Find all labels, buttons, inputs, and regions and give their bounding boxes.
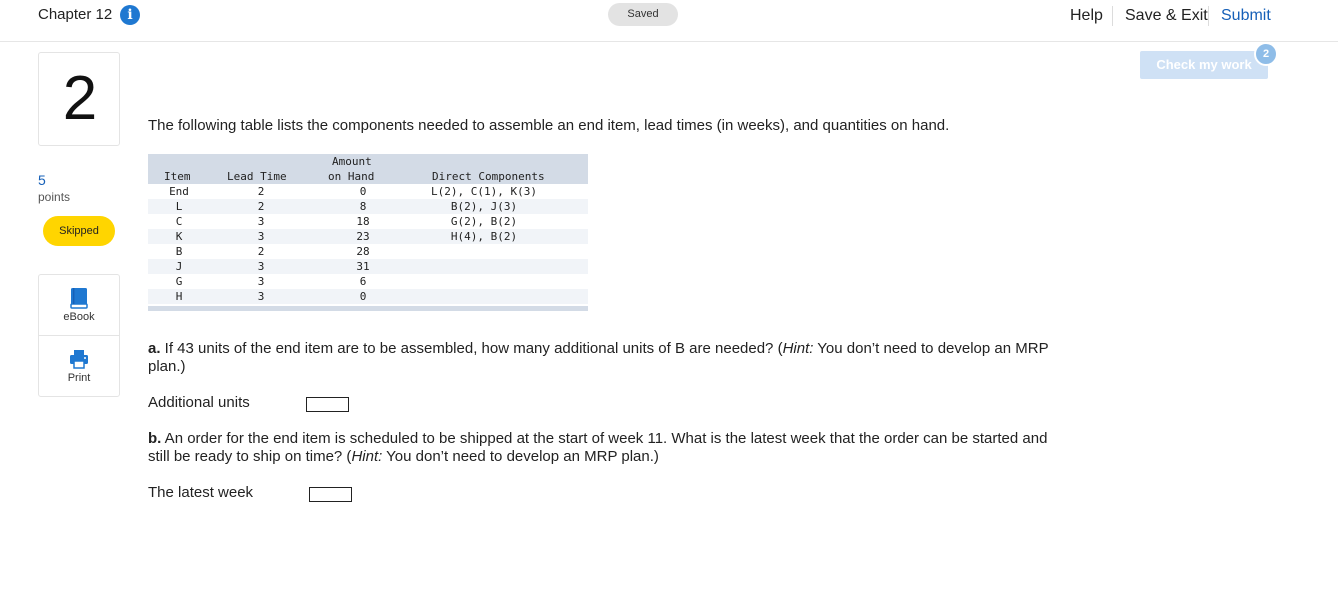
cell-amount-on-hand: 23	[356, 230, 370, 243]
cell-lead-time: 2	[257, 245, 265, 258]
table-body: End 2 0 L(2), C(1), K(3) L 2 8 B(2), J(3) C 3 18 G(…	[148, 184, 588, 304]
question-number-box: 2	[38, 52, 120, 146]
points-value: 5	[38, 172, 46, 188]
table-row: G 3 6	[148, 274, 588, 289]
help-link[interactable]: Help	[1070, 7, 1103, 25]
table-row: B 2 28	[148, 244, 588, 259]
question-number: 2	[62, 64, 98, 133]
submit-link[interactable]: Submit	[1221, 7, 1271, 25]
cell-item: L	[175, 200, 183, 213]
table-footer-bar	[148, 306, 588, 311]
part-b-answer-label: The latest week	[148, 484, 254, 501]
print-button[interactable]: Print	[39, 336, 119, 396]
cell-amount-on-hand: 8	[359, 200, 367, 213]
print-label: Print	[67, 372, 91, 384]
cell-lead-time: 2	[257, 200, 265, 213]
cell-lead-time: 2	[257, 185, 265, 198]
part-a-question: a. If 43 units of the end item are to be…	[148, 340, 1068, 376]
cell-item: End	[169, 185, 189, 198]
part-b-hint: Hint:	[351, 448, 383, 465]
cell-item: H	[175, 290, 183, 303]
cell-amount-on-hand: 0	[359, 290, 367, 303]
book-icon	[70, 288, 88, 309]
table-row: K 3 23 H(4), B(2)	[148, 229, 588, 244]
cell-lead-time: 3	[257, 260, 265, 273]
cell-item: J	[175, 260, 183, 273]
cell-lead-time: 3	[257, 290, 265, 303]
header-item: Item	[164, 170, 191, 183]
part-b-question: b. An order for the end item is schedule…	[148, 430, 1068, 466]
cell-lead-time: 3	[257, 275, 265, 288]
cell-direct-components: L(2), C(1), K(3)	[431, 185, 537, 198]
cell-lead-time: 3	[257, 230, 265, 243]
cell-direct-components: B(2), J(3)	[450, 200, 518, 213]
table-row: J 3 31	[148, 259, 588, 274]
cell-direct-components: H(4), B(2)	[450, 230, 518, 243]
table-row: L 2 8 B(2), J(3)	[148, 199, 588, 214]
ebook-label: eBook	[63, 311, 95, 323]
top-bar: Chapter 12 i Saved Help Save & Exit Subm…	[0, 0, 1338, 42]
part-b-text-end: You don’t need to develop an MRP plan.)	[382, 448, 659, 465]
cell-direct-components: G(2), B(2)	[450, 215, 518, 228]
header-lead-time: Lead Time	[227, 170, 287, 183]
table-row: End 2 0 L(2), C(1), K(3)	[148, 184, 588, 199]
check-attempts-badge: 2	[1254, 42, 1278, 66]
points-label: points	[38, 190, 71, 204]
cell-amount-on-hand: 6	[359, 275, 367, 288]
check-my-work-button[interactable]: Check my work	[1140, 51, 1268, 79]
cell-amount-on-hand: 0	[359, 185, 367, 198]
ebook-button[interactable]: eBook	[39, 275, 119, 335]
header-amount-line1: Amount	[332, 155, 372, 168]
additional-units-input[interactable]	[306, 397, 349, 412]
components-table: Item Lead Time Amount on Hand Direct Com…	[148, 154, 588, 311]
printer-icon	[70, 350, 88, 369]
table-row: H 3 0	[148, 289, 588, 304]
cell-item: G	[175, 275, 183, 288]
part-a-answer-label: Additional units	[148, 394, 250, 411]
cell-item: K	[175, 230, 183, 243]
part-a-hint: Hint:	[782, 340, 814, 357]
cell-amount-on-hand: 28	[356, 245, 370, 258]
save-exit-link[interactable]: Save & Exit	[1125, 7, 1208, 25]
cell-item: B	[175, 245, 183, 258]
info-icon[interactable]: i	[120, 5, 140, 25]
saved-status-badge: Saved	[608, 3, 678, 26]
header-direct-components: Direct Components	[432, 170, 545, 183]
skipped-badge: Skipped	[43, 216, 115, 246]
cell-amount-on-hand: 18	[356, 215, 370, 228]
tools-panel: eBook Print	[38, 274, 120, 397]
nav-divider	[1112, 6, 1113, 26]
cell-item: C	[175, 215, 183, 228]
table-row: C 3 18 G(2), B(2)	[148, 214, 588, 229]
part-b-prefix: b.	[148, 430, 162, 447]
latest-week-input[interactable]	[309, 487, 352, 502]
question-intro: The following table lists the components…	[148, 117, 950, 134]
chapter-title: Chapter 12	[38, 6, 113, 23]
nav-divider	[1208, 6, 1209, 26]
header-amount-line2: on Hand	[328, 170, 375, 183]
part-a-text: If 43 units of the end item are to be as…	[160, 340, 783, 357]
table-header: Item Lead Time Amount on Hand Direct Com…	[148, 154, 588, 184]
cell-amount-on-hand: 31	[356, 260, 370, 273]
cell-lead-time: 3	[257, 215, 265, 228]
part-a-prefix: a.	[148, 340, 161, 357]
